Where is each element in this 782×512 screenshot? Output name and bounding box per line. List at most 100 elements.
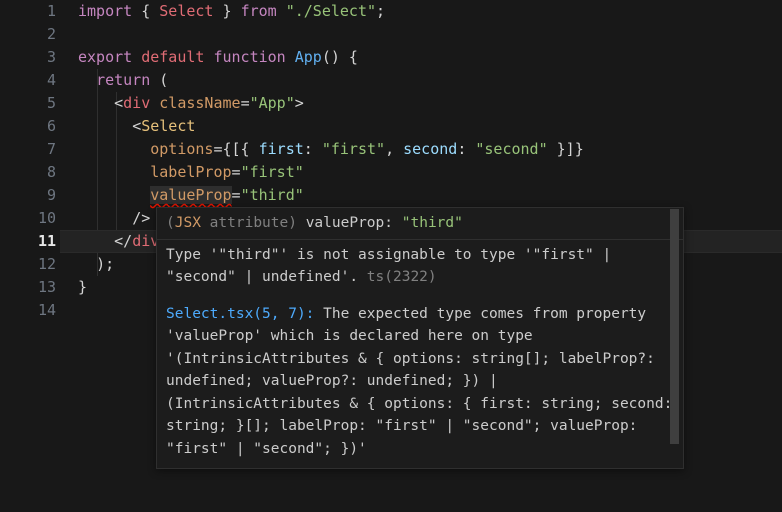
- line-number[interactable]: 13: [0, 276, 56, 299]
- code-line[interactable]: 5 <div className="App">: [0, 92, 782, 115]
- line-number[interactable]: 5: [0, 92, 56, 115]
- token-keyword-default: default: [141, 48, 205, 66]
- token-punctuation: ;: [376, 2, 386, 20]
- token-punctuation: }]}: [547, 140, 584, 158]
- line-number[interactable]: 2: [0, 23, 56, 46]
- line-number[interactable]: 6: [0, 115, 56, 138]
- tooltip-diagnostic-code: ts(2322): [366, 269, 437, 285]
- tooltip-related-section: Select.tsx(5, 7): The expected type come…: [157, 293, 683, 469]
- token-string: "second": [475, 140, 548, 158]
- tooltip-kind-jsx: JSX: [174, 215, 201, 231]
- token-punctuation: }: [78, 278, 88, 296]
- token-attribute: labelProp: [150, 163, 232, 181]
- code-line[interactable]: 7 options={[{ first: "first", second: "s…: [0, 138, 782, 161]
- tooltip-signature: (JSX attribute) valueProp: "third": [166, 212, 674, 235]
- tooltip-colon: :: [384, 215, 402, 231]
- line-number[interactable]: 9: [0, 184, 56, 207]
- line-number[interactable]: 1: [0, 0, 56, 23]
- token-punctuation: ={[{: [213, 140, 259, 158]
- code-line[interactable]: 8 labelProp="first": [0, 161, 782, 184]
- token-string: "App": [249, 94, 295, 112]
- tooltip-kind-attr: attribute): [200, 215, 297, 231]
- token-punctuation: () {: [321, 48, 358, 66]
- code-line[interactable]: 4 return (: [0, 69, 782, 92]
- token-string: "first": [321, 140, 386, 158]
- line-content: labelProp="first": [78, 161, 304, 184]
- tooltip-scrollbar[interactable]: [670, 209, 679, 444]
- tooltip-related: Select.tsx(5, 7): The expected type come…: [166, 303, 674, 461]
- line-number[interactable]: 8: [0, 161, 56, 184]
- token-punctuation: <: [132, 117, 142, 135]
- tooltip-signature-section: (JSX attribute) valueProp: "third": [157, 208, 683, 239]
- token-attribute-error[interactable]: valueProp: [150, 186, 232, 204]
- token-punctuation: <: [114, 94, 124, 112]
- token-punctuation: {: [132, 2, 160, 20]
- tooltip-diagnostic: Type '"third"' is not assignable to type…: [166, 244, 674, 289]
- tooltip-related-text: The expected type comes from property 'v…: [166, 305, 673, 457]
- code-line[interactable]: 3 export default function App() {: [0, 46, 782, 69]
- line-number[interactable]: 11: [0, 230, 56, 253]
- line-content: options={[{ first: "first", second: "sec…: [78, 138, 584, 161]
- line-number[interactable]: 14: [0, 299, 56, 322]
- line-content: export default function App() {: [78, 46, 358, 69]
- token-tag-name: div: [123, 94, 151, 112]
- line-content: </div>: [78, 230, 168, 253]
- line-number[interactable]: 10: [0, 207, 56, 230]
- token-import-binding: Select: [159, 2, 214, 20]
- hover-tooltip[interactable]: (JSX attribute) valueProp: "third" Type …: [156, 207, 684, 469]
- line-content: <div className="App">: [78, 92, 304, 115]
- line-number[interactable]: 12: [0, 253, 56, 276]
- tooltip-prop-name: valueProp: [296, 215, 385, 231]
- token-attribute: options: [150, 140, 214, 158]
- token-punctuation: </: [114, 232, 133, 250]
- tooltip-prop-value: "third": [401, 215, 463, 231]
- tooltip-related-link[interactable]: Select.tsx(5, 7):: [166, 306, 314, 322]
- token-string: "third": [240, 186, 304, 204]
- token-punctuation: }: [213, 2, 241, 20]
- line-content: valueProp="third": [78, 184, 304, 207]
- code-line[interactable]: 9 valueProp="third": [0, 184, 782, 207]
- line-number[interactable]: 3: [0, 46, 56, 69]
- token-object-key: first: [258, 140, 304, 158]
- token-keyword: export: [78, 48, 133, 66]
- line-number[interactable]: 7: [0, 138, 56, 161]
- token-punctuation: );: [96, 255, 115, 273]
- token-keyword: import: [78, 2, 133, 20]
- token-punctuation: (: [150, 71, 169, 89]
- token-string: "./Select": [285, 2, 377, 20]
- token-string: "first": [240, 163, 304, 181]
- code-line[interactable]: 2: [0, 23, 782, 46]
- token-punctuation: =: [231, 163, 241, 181]
- line-content: }: [78, 276, 87, 299]
- token-punctuation: :: [303, 140, 322, 158]
- token-punctuation: =: [231, 186, 241, 204]
- token-keyword: from: [240, 2, 277, 20]
- line-content: <Select: [78, 115, 195, 138]
- token-keyword: function: [213, 48, 286, 66]
- code-editor[interactable]: 1 import { Select } from "./Select"; 2 3…: [0, 0, 782, 512]
- line-content: return (: [78, 69, 168, 92]
- tooltip-kind-open: (: [166, 215, 175, 231]
- token-keyword: return: [96, 71, 151, 89]
- token-punctuation: :: [457, 140, 476, 158]
- line-number[interactable]: 4: [0, 69, 56, 92]
- token-punctuation: >: [294, 94, 304, 112]
- token-component-name: Select: [141, 117, 196, 135]
- code-line[interactable]: 6 <Select: [0, 115, 782, 138]
- token-punctuation: ,: [385, 140, 404, 158]
- token-attribute: className: [159, 94, 241, 112]
- code-line[interactable]: 1 import { Select } from "./Select";: [0, 0, 782, 23]
- tooltip-diagnostic-section: Type '"third"' is not assignable to type…: [157, 240, 683, 293]
